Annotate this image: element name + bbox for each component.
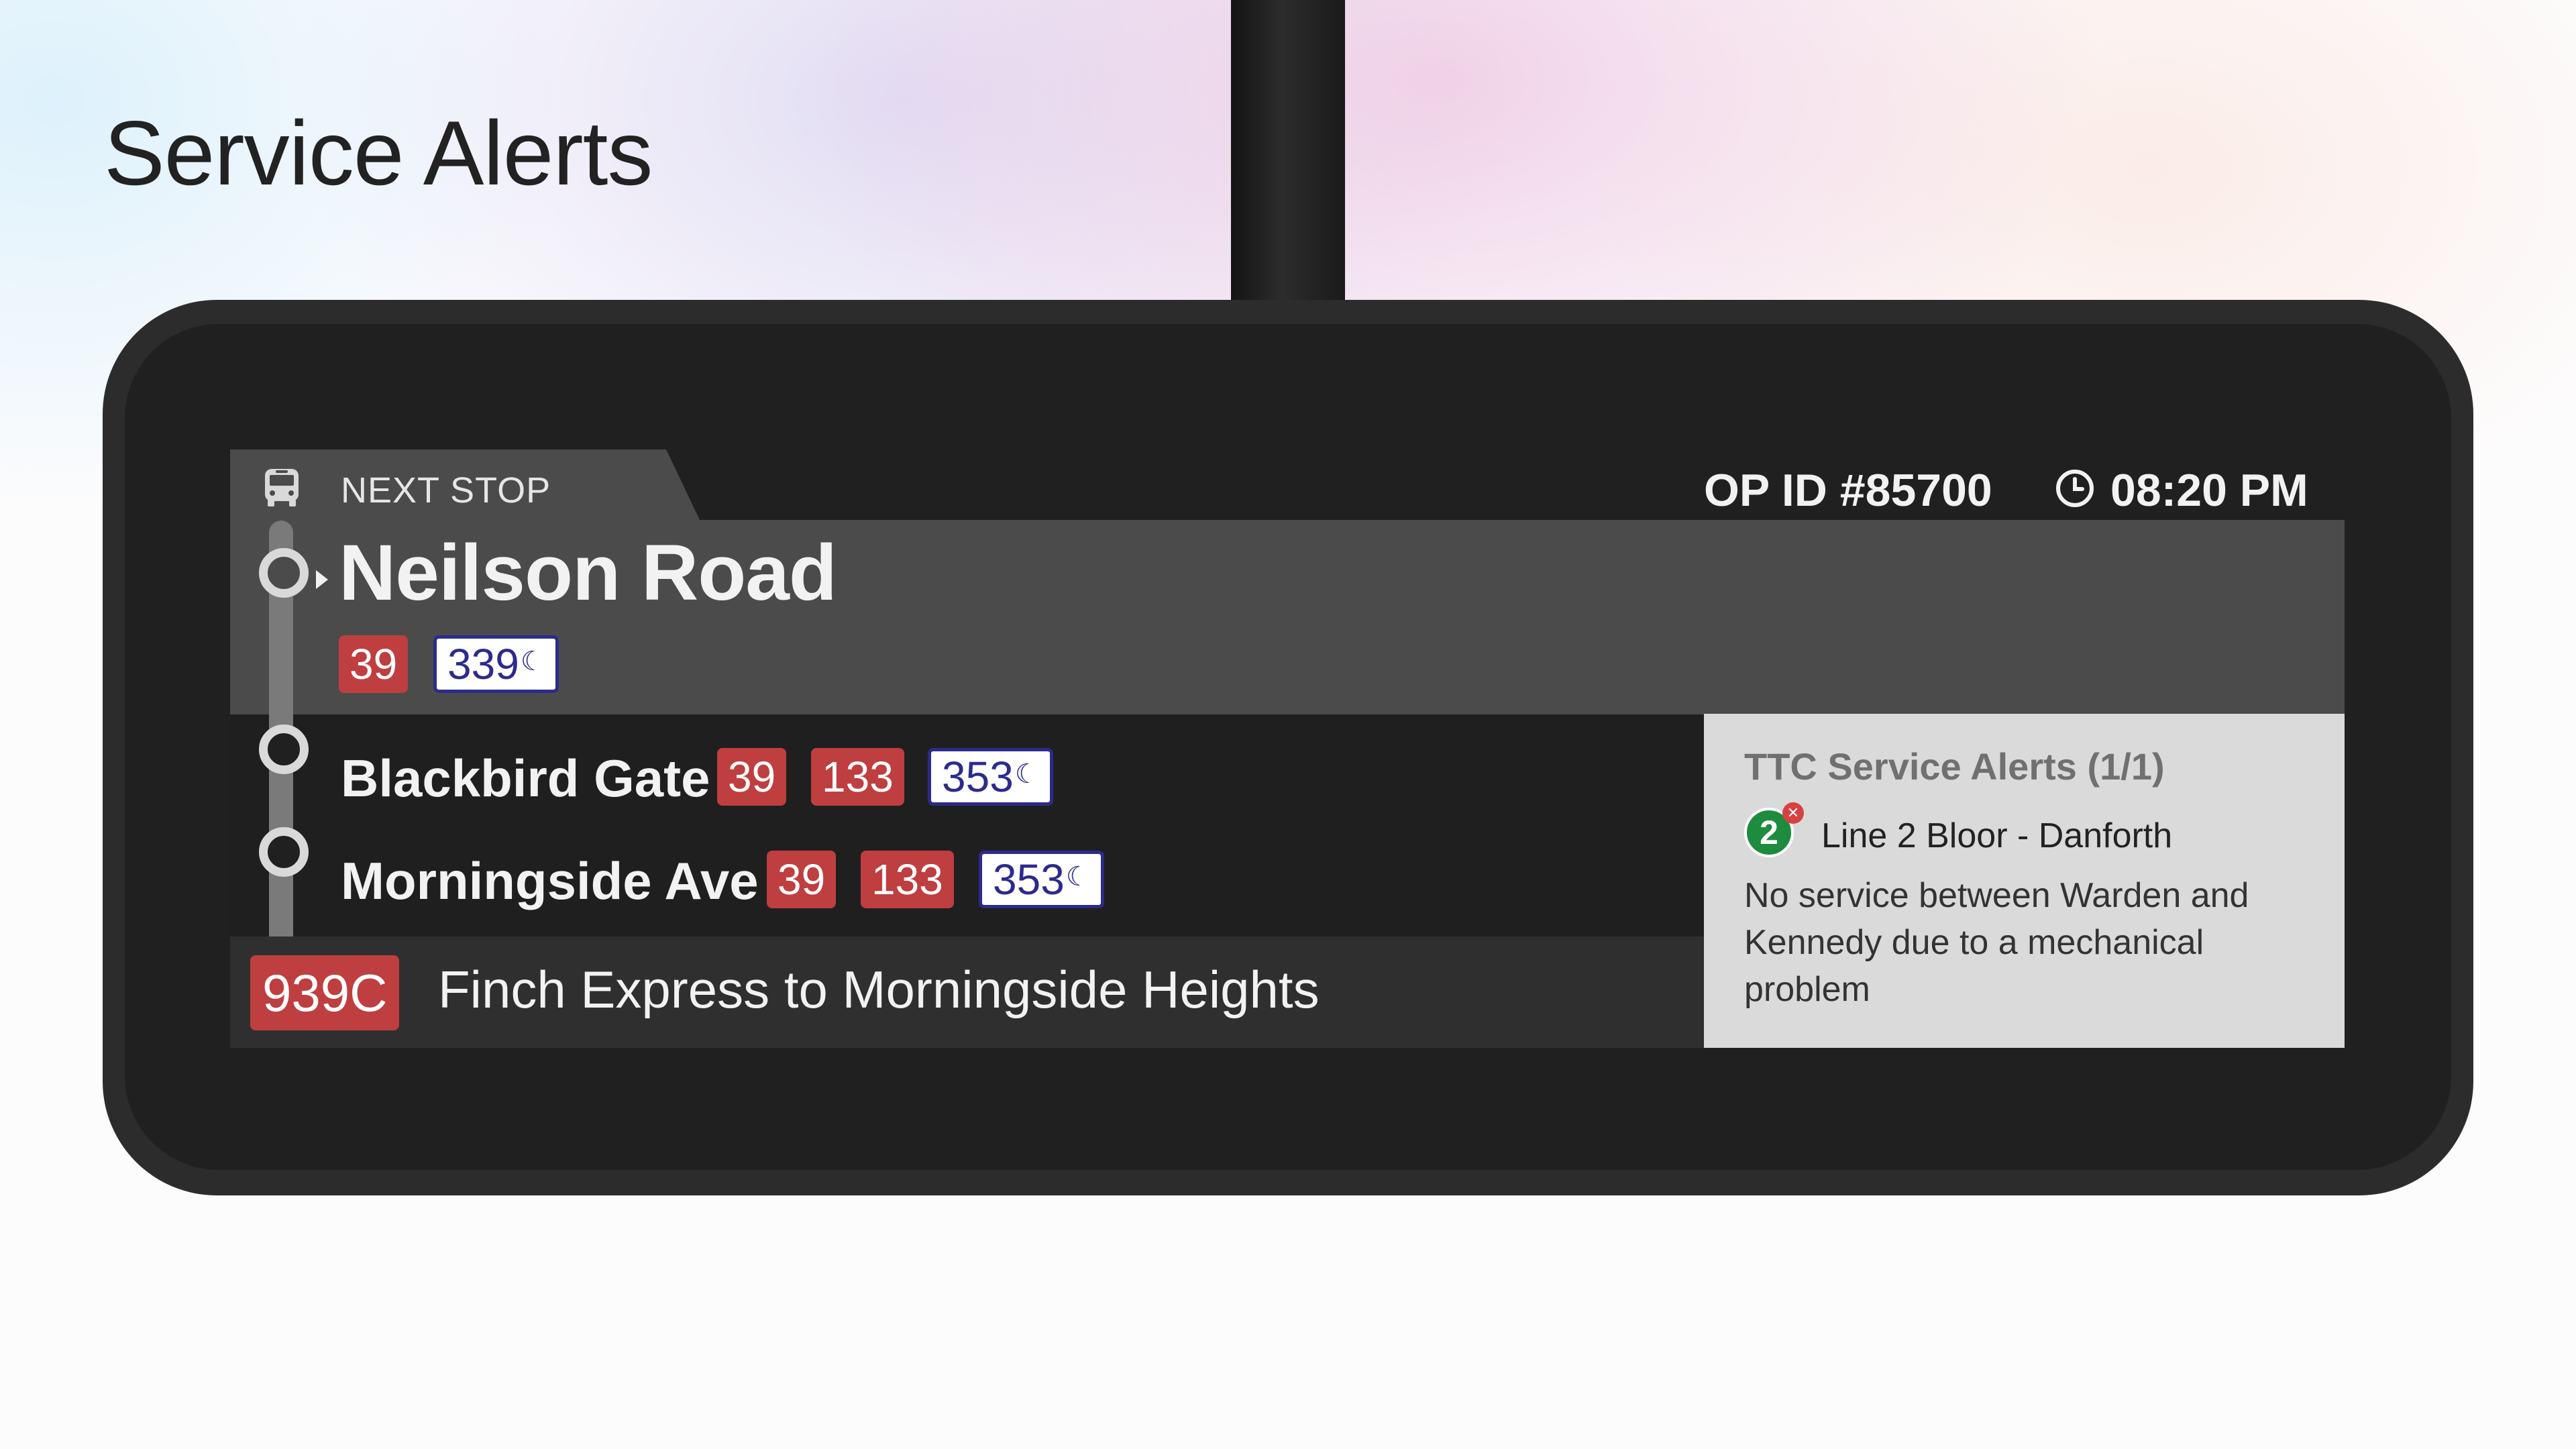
route-badge: 39: [717, 748, 787, 806]
upcoming-stop-name: Morningside Ave: [341, 851, 759, 910]
route-badge-label: 133: [822, 753, 894, 801]
upcoming-stop-name: Blackbird Gate: [341, 749, 710, 808]
alerts-title: TTC Service Alerts (1/1): [1744, 745, 2165, 788]
route-badge-label: 39: [728, 753, 776, 801]
bus-icon: [265, 469, 299, 506]
route-badge-label: 39: [350, 640, 398, 688]
current-stop-arrow-icon: [316, 570, 328, 589]
close-icon: ✕: [1782, 802, 1804, 824]
night-route-badge: 353☾: [979, 851, 1104, 908]
next-stop-label: NEXT STOP: [341, 470, 551, 511]
moon-icon: ☾: [1014, 759, 1039, 789]
route-badge: 133: [861, 851, 954, 908]
current-time: 08:20 PM: [2110, 465, 2308, 516]
clock-icon: [2056, 470, 2094, 507]
stop-marker: [259, 724, 309, 774]
route-badge: 133: [811, 748, 904, 806]
night-route-badge-label: 353: [993, 855, 1065, 904]
route-badge-label: 39: [777, 855, 826, 904]
night-route-badge: 339☾: [433, 635, 559, 693]
operator-id: OP ID #85700: [1704, 465, 1992, 516]
mounting-pole: [1231, 0, 1345, 309]
moon-icon: ☾: [1065, 862, 1090, 892]
current-stop-marker: [259, 548, 309, 598]
alert-line-name: Line 2 Bloor - Danforth: [1821, 816, 2173, 855]
route-destination: Finch Express to Morningside Heights: [438, 960, 1320, 1019]
next-stop-name: Neilson Road: [339, 529, 837, 617]
display-screen: NEXT STOP OP ID #85700 08:20 PM Neilson …: [230, 449, 2345, 1048]
moon-icon: ☾: [520, 647, 545, 676]
night-route-badge: 353☾: [928, 748, 1053, 806]
route-badge: 39: [767, 851, 837, 908]
stop-marker: [259, 827, 309, 877]
alert-message: No service between Warden and Kennedy du…: [1744, 876, 2249, 1009]
route-number-badge: 939C: [250, 955, 400, 1030]
page-title: Service Alerts: [104, 102, 653, 204]
route-badge-label: 133: [871, 855, 943, 904]
route-badge: 39: [339, 635, 409, 693]
night-route-badge-label: 339: [447, 640, 519, 688]
service-alerts-panel: TTC Service Alerts (1/1) 2 ✕ Line 2 Bloo…: [1704, 714, 2345, 1048]
night-route-badge-label: 353: [942, 753, 1014, 801]
